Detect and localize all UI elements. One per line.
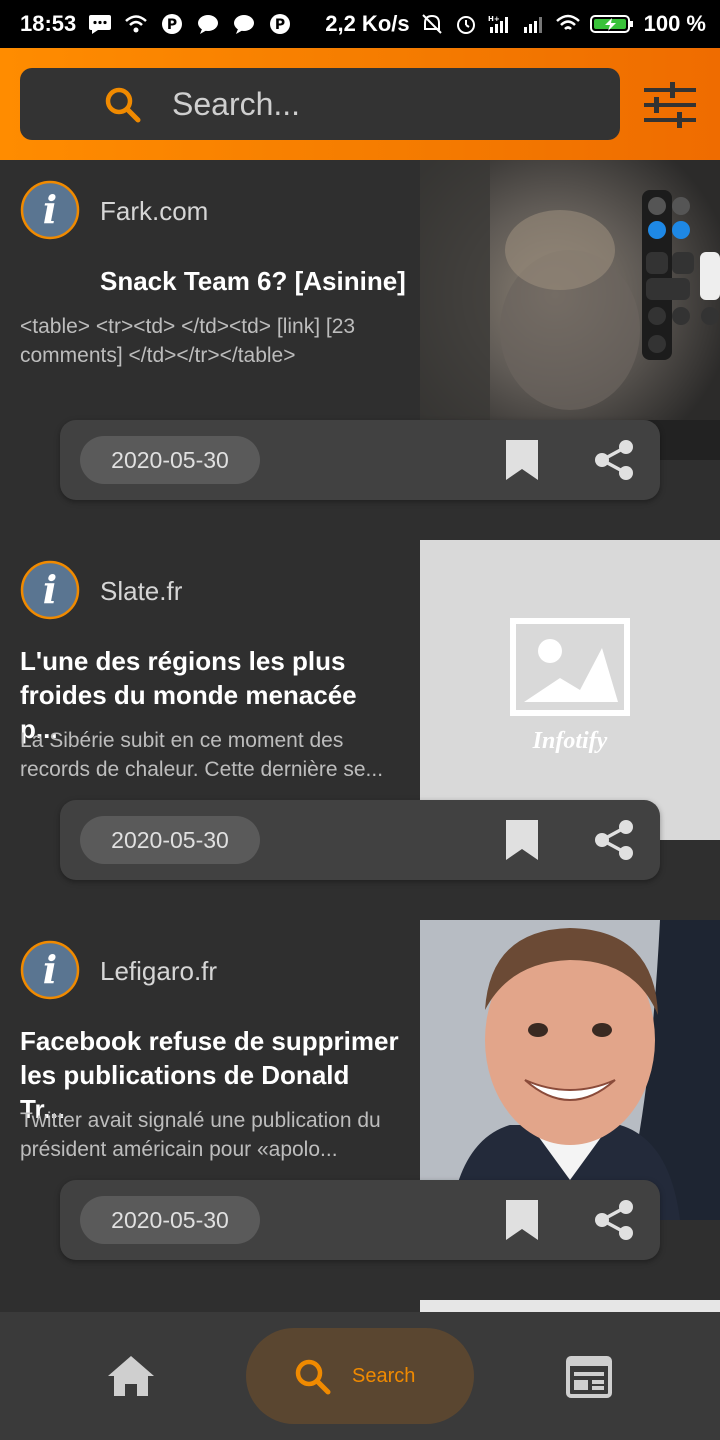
article-action-bar: 2020-05-30 [60, 420, 660, 500]
search-icon [102, 84, 142, 124]
newspaper-icon[interactable] [566, 1354, 612, 1398]
svg-text:P: P [167, 17, 177, 33]
svg-text:i: i [43, 947, 57, 992]
app-header [0, 48, 720, 160]
article-source: Slate.fr [100, 576, 183, 606]
wifi-icon [555, 13, 580, 35]
svg-text:i: i [43, 567, 57, 612]
article-card[interactable]: i Lefigaro.fr Facebook refuse de supprim… [0, 920, 720, 1300]
article-source: Lefigaro.fr [100, 956, 218, 986]
filter-settings-icon[interactable] [644, 82, 696, 128]
chat-bubble-icon [196, 13, 220, 35]
svg-text:i: i [43, 187, 57, 232]
status-time: 18:53 [20, 11, 77, 36]
app-p-icon: P [160, 13, 184, 35]
article-thumbnail[interactable] [420, 920, 720, 1220]
source-info-icon: i [20, 560, 80, 620]
source-info-icon: i [20, 940, 80, 1000]
cellular-signal-icon-2 [522, 13, 546, 35]
svg-text:H+: H+ [488, 15, 500, 23]
search-bar[interactable] [20, 68, 620, 140]
article-date: 2020-05-30 [80, 436, 260, 484]
article-summary: La Sibérie subit en ce moment des record… [20, 729, 384, 781]
article-date: 2020-05-30 [80, 1196, 260, 1244]
alarm-clock-icon [454, 13, 478, 35]
image-placeholder-icon [510, 618, 630, 716]
share-icon[interactable] [592, 438, 636, 482]
article-summary: <table> <tr><td> </td><td> [link] [23 co… [20, 315, 356, 367]
nav-search-tab[interactable]: Search [246, 1328, 474, 1424]
message-icon [88, 13, 112, 35]
article-feed[interactable]: i Fark.com Snack Team 6? [Asinine] <tabl… [0, 160, 720, 1312]
article-card[interactable]: Infotify i Slate.fr L'une des régions le… [0, 540, 720, 920]
chat-bubble-icon-2 [232, 13, 256, 35]
bottom-navigation: Search [0, 1312, 720, 1440]
wifi-call-icon [124, 13, 148, 35]
article-title[interactable]: Snack Team 6? [Asinine] [100, 264, 410, 298]
nav-search-label: Search [352, 1364, 416, 1387]
share-icon[interactable] [592, 818, 636, 862]
search-input[interactable] [172, 85, 572, 123]
article-thumbnail[interactable]: Infotify [420, 540, 720, 840]
bookmark-icon[interactable] [504, 818, 540, 862]
alarm-off-icon [420, 13, 444, 35]
article-action-bar: 2020-05-30 [60, 1180, 660, 1260]
search-icon [292, 1356, 332, 1396]
next-article-thumbnail-peek [420, 1300, 720, 1312]
article-source: Fark.com [100, 196, 209, 226]
svg-text:P: P [275, 17, 285, 33]
article-date: 2020-05-30 [80, 816, 260, 864]
home-icon[interactable] [106, 1354, 156, 1398]
article-action-bar: 2020-05-30 [60, 800, 660, 880]
article-summary: Twitter avait signalé une publication du… [20, 1109, 381, 1161]
battery-charging-icon [589, 13, 634, 35]
status-bar: 18:53 P P 2,2 Ko/s H+ 100 % [0, 0, 720, 48]
share-icon[interactable] [592, 1198, 636, 1242]
network-speed: 2,2 Ko/s [325, 11, 410, 36]
app-p-icon-2: P [268, 13, 292, 35]
cellular-signal-icon: H+ [488, 13, 512, 35]
placeholder-brand-label: Infotify [532, 728, 608, 754]
source-info-icon: i [20, 180, 80, 240]
article-thumbnail[interactable] [420, 160, 720, 460]
bookmark-icon[interactable] [504, 1198, 540, 1242]
article-card[interactable]: i Fark.com Snack Team 6? [Asinine] <tabl… [0, 160, 720, 540]
bookmark-icon[interactable] [504, 438, 540, 482]
battery-percent: 100 % [643, 11, 706, 36]
